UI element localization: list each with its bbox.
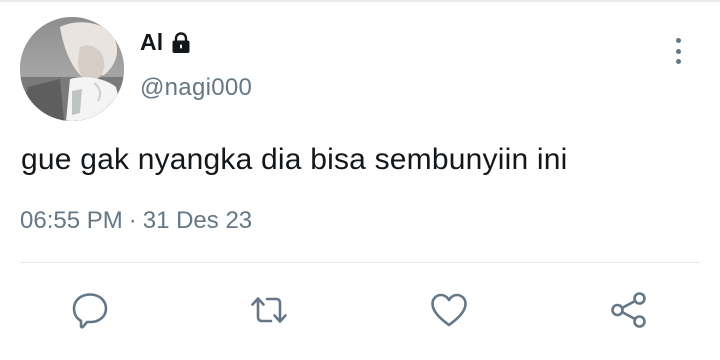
avatar-image [20,17,124,121]
top-border [0,0,720,2]
tweet-timestamp[interactable]: 06:55 PM · 31 Des 23 [20,207,252,235]
display-name[interactable]: Al [140,29,163,56]
like-button[interactable] [429,290,469,330]
heart-icon [431,293,467,327]
more-dot [675,38,681,43]
retweet-button[interactable] [249,290,289,330]
lock-icon [169,31,193,55]
divider [20,262,700,263]
user-name-row: Al [140,28,193,56]
retweet-icon [251,297,287,323]
user-handle[interactable]: @nagi000 [140,74,252,102]
share-button[interactable] [609,290,649,330]
more-vertical-icon[interactable] [664,36,692,66]
more-dot [675,59,681,64]
tweet-text: gue gak nyangka dia bisa sembunyiin ini [21,143,568,176]
timestamp-separator: · [128,207,137,234]
tweet-time: 06:55 PM [20,207,123,234]
reply-button[interactable] [70,290,110,330]
tweet-date: 31 Des 23 [142,207,253,234]
share-icon [611,292,646,328]
reply-icon [72,293,108,329]
avatar[interactable] [20,17,124,121]
more-dot [675,48,681,54]
